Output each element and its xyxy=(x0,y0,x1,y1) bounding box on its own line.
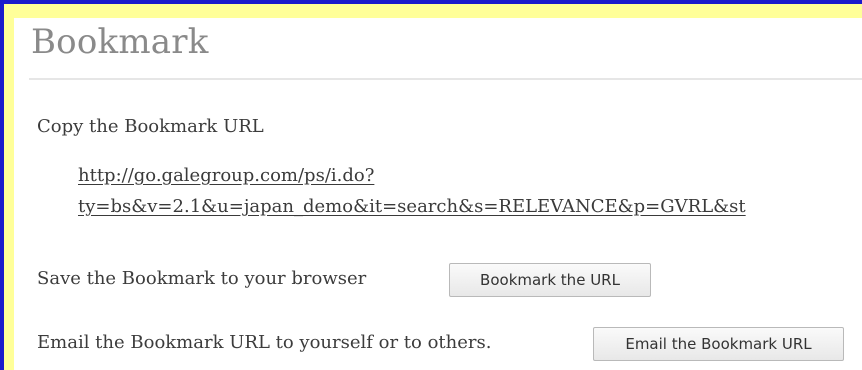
copy-url-label: Copy the Bookmark URL xyxy=(37,116,264,137)
page-title: Bookmark xyxy=(31,22,209,62)
frame-highlight-left xyxy=(4,4,14,370)
email-bookmark-button[interactable]: Email the Bookmark URL xyxy=(593,327,844,361)
bookmark-dialog: Bookmark Copy the Bookmark URL http://go… xyxy=(0,0,862,370)
bookmark-url-link-line1[interactable]: http://go.galegroup.com/ps/i.do? xyxy=(78,160,746,191)
bookmark-url-button[interactable]: Bookmark the URL xyxy=(449,263,651,297)
bookmark-url-link-line2[interactable]: ty=bs&v=2.1&u=japan_demo&it=search&s=REL… xyxy=(78,191,746,222)
bookmark-url: http://go.galegroup.com/ps/i.do? ty=bs&v… xyxy=(78,160,746,222)
email-bookmark-label: Email the Bookmark URL to yourself or to… xyxy=(37,332,492,353)
bookmark-panel: Bookmark Copy the Bookmark URL http://go… xyxy=(14,18,862,370)
title-divider xyxy=(29,78,862,80)
save-bookmark-label: Save the Bookmark to your browser xyxy=(37,268,367,289)
frame-highlight-top xyxy=(0,4,862,18)
